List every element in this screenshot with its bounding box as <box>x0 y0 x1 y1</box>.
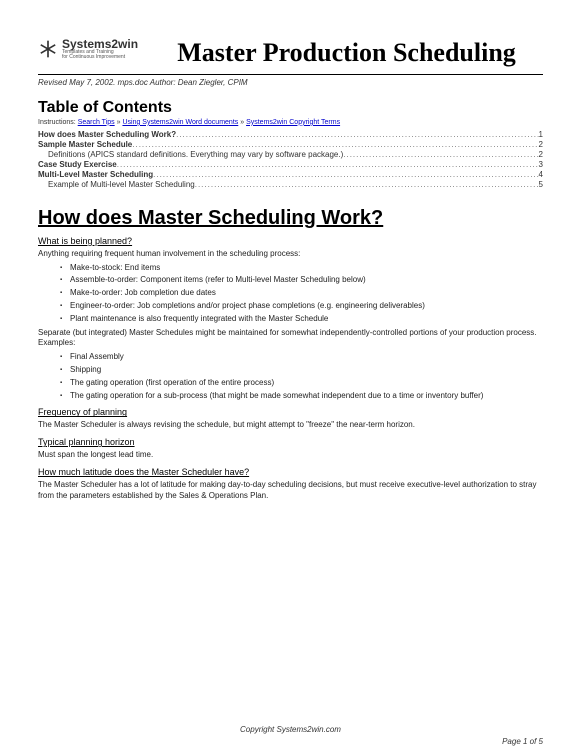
section-heading: How does Master Scheduling Work? <box>38 207 543 230</box>
instructions-prefix: Instructions: <box>38 119 78 126</box>
toc-page: 1 <box>539 130 543 139</box>
toc-label: Sample Master Schedule <box>38 140 132 149</box>
toc-dots <box>195 180 539 189</box>
list-item: Final Assembly <box>60 352 543 363</box>
list-item: Assemble-to-order: Component items (refe… <box>60 275 543 286</box>
link-copyright[interactable]: Systems2win Copyright Terms <box>246 119 340 126</box>
toc-dots <box>176 130 538 139</box>
toc-row[interactable]: Multi-Level Master Scheduling 4 <box>38 170 543 179</box>
list-item: Shipping <box>60 365 543 376</box>
toc-label: Case Study Exercise <box>38 160 117 169</box>
page-title: Master Production Scheduling <box>150 38 543 68</box>
subsection-heading: What is being planned? <box>38 236 543 246</box>
bullet-list: Make-to-stock: End itemsAssemble-to-orde… <box>38 263 543 325</box>
asterisk-icon <box>38 39 58 59</box>
toc-row[interactable]: Example of Multi-level Master Scheduling… <box>38 180 543 189</box>
toc-row[interactable]: How does Master Scheduling Work? 1 <box>38 130 543 139</box>
list-item: Plant maintenance is also frequently int… <box>60 314 543 325</box>
list-item: Make-to-stock: End items <box>60 263 543 274</box>
paragraph: The Master Scheduler has a lot of latitu… <box>38 480 543 502</box>
logo: Systems2win Templates and Training for C… <box>38 38 138 60</box>
list-item: Make-to-order: Job completion due dates <box>60 288 543 299</box>
toc-dots <box>153 170 538 179</box>
table-of-contents: How does Master Scheduling Work?1Sample … <box>38 130 543 189</box>
header: Systems2win Templates and Training for C… <box>38 38 543 68</box>
subsection-heading: How much latitude does the Master Schedu… <box>38 467 543 477</box>
footer-copyright: Copyright Systems2win.com <box>0 725 581 734</box>
toc-row[interactable]: Definitions (APICS standard definitions.… <box>38 150 543 159</box>
paragraph: Anything requiring frequent human involv… <box>38 249 543 260</box>
divider <box>38 74 543 75</box>
toc-page: 2 <box>539 140 543 149</box>
list-item: Engineer-to-order: Job completions and/o… <box>60 301 543 312</box>
toc-page: 3 <box>539 160 543 169</box>
toc-row[interactable]: Case Study Exercise 3 <box>38 160 543 169</box>
subsection-heading: Frequency of planning <box>38 407 543 417</box>
toc-page: 4 <box>539 170 543 179</box>
instructions-line: Instructions: Search Tips » Using System… <box>38 119 543 126</box>
subsection-heading: Typical planning horizon <box>38 437 543 447</box>
page-number: Page 1 of 5 <box>502 737 543 746</box>
link-using-docs[interactable]: Using Systems2win Word documents <box>122 119 238 126</box>
list-item: The gating operation for a sub-process (… <box>60 391 543 402</box>
toc-dots <box>117 160 539 169</box>
bullet-list: Final Assembly Shipping The gating operati… <box>38 352 543 401</box>
toc-page: 5 <box>539 180 543 189</box>
toc-label: Multi-Level Master Scheduling <box>38 170 153 179</box>
link-search-tips[interactable]: Search Tips <box>78 119 115 126</box>
toc-page: 2 <box>539 150 543 159</box>
toc-heading: Table of Contents <box>38 99 543 117</box>
toc-label: How does Master Scheduling Work? <box>38 130 176 139</box>
paragraph: Separate (but integrated) Master Schedul… <box>38 328 543 350</box>
logo-tagline-2: for Continuous Improvement <box>62 55 138 60</box>
paragraph: The Master Scheduler is always revising … <box>38 420 543 431</box>
toc-label: Definitions (APICS standard definitions.… <box>38 150 343 159</box>
revised-line: Revised May 7, 2002. mps.doc Author: Dea… <box>38 78 543 87</box>
toc-dots <box>343 150 538 159</box>
toc-row[interactable]: Sample Master Schedule 2 <box>38 140 543 149</box>
list-item: The gating operation (first operation of… <box>60 378 543 389</box>
paragraph: Must span the longest lead time. <box>38 450 543 461</box>
toc-label: Example of Multi-level Master Scheduling <box>38 180 195 189</box>
toc-dots <box>132 140 538 149</box>
